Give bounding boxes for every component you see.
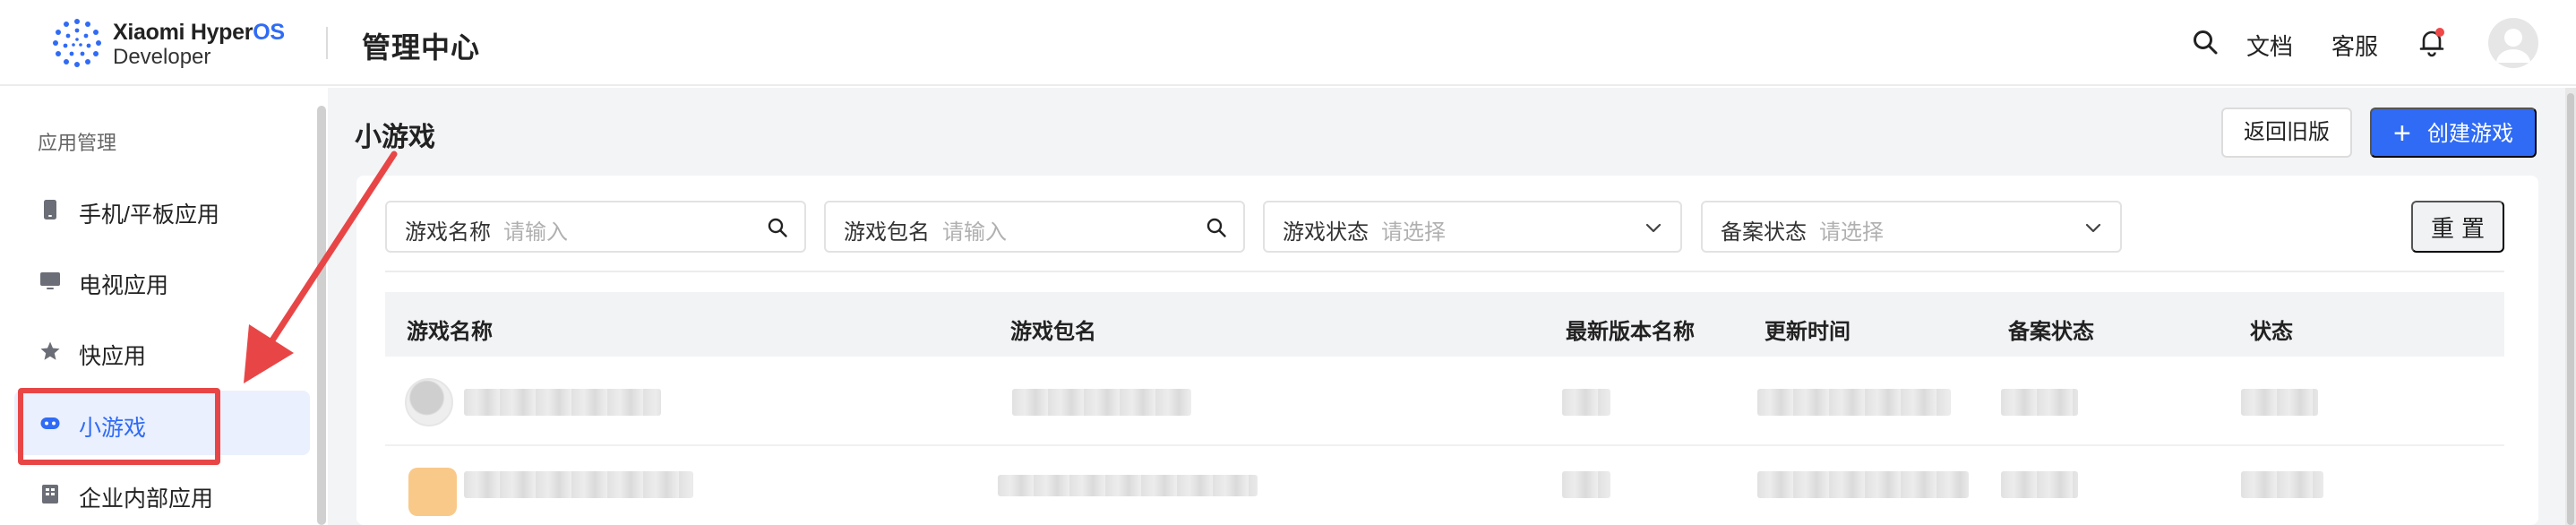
table-header: 游戏名称 游戏包名 最新版本名称 更新时间 备案状态 状态: [385, 292, 2504, 357]
filter-placeholder: 请选择: [1381, 220, 1446, 245]
back-to-old-version-button[interactable]: 返回旧版: [2221, 108, 2352, 158]
sidebar-item-enterprise-apps[interactable]: 企业内部应用: [14, 461, 310, 525]
game-icon-image: [408, 468, 457, 516]
filter-placeholder: 请输入: [503, 220, 568, 245]
blurred-status: [2241, 389, 2318, 416]
search-icon[interactable]: [1206, 217, 1227, 238]
sidebar-item-tv-apps[interactable]: 电视应用: [14, 248, 310, 313]
annotation-highlight-box: [18, 388, 220, 465]
sidebar-item-label: 手机/平板应用: [79, 202, 219, 228]
sidebar-item-phone-tablet-apps[interactable]: 手机/平板应用: [14, 177, 310, 242]
filter-placeholder: 请选择: [1819, 220, 1884, 245]
create-game-button[interactable]: + 创建游戏: [2370, 108, 2537, 158]
game-name-search-input[interactable]: 游戏名称 请输入: [385, 201, 806, 253]
star-icon: [40, 341, 60, 360]
filter-label: 游戏状态: [1283, 220, 1369, 245]
building-icon: [42, 485, 58, 503]
page-scrollbar-thumb[interactable]: [2567, 93, 2574, 525]
column-header-package-name: 游戏包名: [1010, 320, 1096, 344]
blurred-update-time: [1757, 389, 1951, 416]
brand-line2: Developer: [113, 45, 211, 69]
hyperos-logo-icon[interactable]: [52, 18, 102, 68]
blurred-status: [2241, 471, 2323, 498]
reset-button[interactable]: 重置: [2411, 201, 2504, 253]
column-header-update-time: 更新时间: [1765, 320, 1850, 344]
chevron-down-icon[interactable]: [1643, 217, 1664, 238]
top-header: Xiaomi HyperOS Developer 管理中心 文档 客服: [0, 0, 2576, 86]
column-header-game-name: 游戏名称: [407, 320, 493, 344]
filter-label: 游戏名称: [405, 220, 491, 245]
sidebar-item-label: 快应用: [79, 344, 147, 369]
filter-placeholder: 请输入: [942, 220, 1007, 245]
column-header-latest-version: 最新版本名称: [1566, 320, 1695, 344]
customer-service-link[interactable]: 客服: [2331, 29, 2378, 62]
phone-icon: [44, 200, 56, 219]
column-header-filing-status: 备案状态: [2008, 320, 2094, 344]
sidebar-item-label: 电视应用: [79, 273, 169, 298]
docs-link[interactable]: 文档: [2246, 29, 2293, 62]
blurred-package-name: [998, 475, 1258, 496]
filter-label: 备案状态: [1721, 220, 1807, 245]
avatar[interactable]: [2488, 18, 2538, 68]
filing-status-select[interactable]: 备案状态 请选择: [1701, 201, 2122, 253]
blurred-filing-status: [2001, 389, 2078, 416]
plus-icon: +: [2393, 116, 2411, 151]
user-icon: [2496, 29, 2530, 63]
sidebar-scrollbar[interactable]: [317, 106, 326, 525]
header-title: 管理中心: [362, 31, 481, 64]
search-icon[interactable]: [767, 217, 788, 238]
brand-name[interactable]: Xiaomi HyperOS Developer: [113, 20, 285, 70]
notification-dot: [2435, 28, 2444, 37]
blurred-filing-status: [2001, 471, 2078, 498]
sidebar-item-label: 企业内部应用: [79, 486, 214, 512]
column-header-status: 状态: [2250, 320, 2293, 344]
row-divider: [385, 444, 2504, 446]
blurred-version: [1562, 389, 1610, 416]
brand-line1: Xiaomi HyperOS: [113, 20, 285, 45]
sidebar-item-quick-apps[interactable]: 快应用: [14, 319, 310, 383]
blurred-package-name: [1012, 389, 1191, 416]
header-divider: [326, 27, 328, 59]
sidebar-section-label: 应用管理: [38, 132, 117, 154]
create-game-label: 创建游戏: [2427, 122, 2513, 146]
filter-divider: [385, 271, 2504, 272]
blurred-version: [1562, 471, 1610, 498]
blurred-game-name: [464, 389, 661, 416]
page-title: 小游戏: [355, 123, 435, 152]
game-package-search-input[interactable]: 游戏包名 请输入: [824, 201, 1245, 253]
game-status-select[interactable]: 游戏状态 请选择: [1263, 201, 1682, 253]
filter-label: 游戏包名: [844, 220, 930, 245]
chevron-down-icon[interactable]: [2082, 217, 2104, 238]
blurred-game-name: [464, 471, 693, 498]
game-icon-image: [405, 378, 453, 426]
search-icon[interactable]: [2192, 29, 2219, 56]
tv-icon: [40, 272, 60, 289]
blurred-update-time: [1757, 471, 1969, 498]
